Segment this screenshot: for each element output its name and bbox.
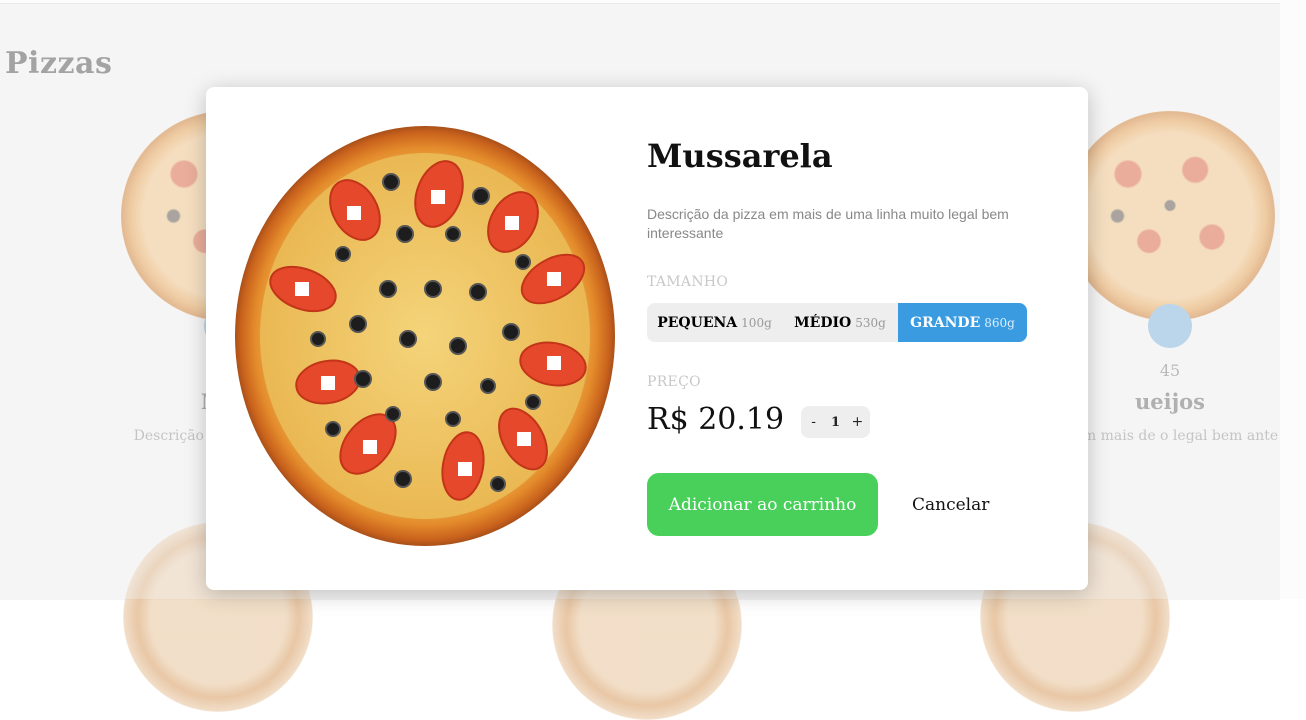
size-option-large[interactable]: GRANDE 860g [898, 303, 1027, 342]
add-to-cart-button[interactable]: Adicionar ao carrinho [647, 473, 878, 536]
size-name: MÉDIO [794, 314, 852, 331]
size-option-medium[interactable]: MÉDIO 530g [782, 303, 898, 342]
pizza-photo [235, 126, 615, 546]
quantity-decrease-button[interactable]: - [806, 414, 822, 430]
quantity-increase-button[interactable]: + [849, 414, 865, 430]
size-name: GRANDE [910, 314, 981, 331]
size-name: PEQUENA [657, 314, 738, 331]
cancel-button[interactable]: Cancelar [912, 495, 989, 515]
size-weight: 860g [984, 315, 1015, 330]
pizza-modal: Mussarela Descrição da pizza em mais de … [206, 87, 1088, 590]
modal-info-panel: Mussarela Descrição da pizza em mais de … [647, 87, 1047, 590]
size-selector: PEQUENA 100g MÉDIO 530g GRANDE 860g [647, 303, 1027, 342]
pizza-description: Descrição da pizza em mais de uma linha … [647, 206, 1009, 241]
size-label: TAMANHO [647, 274, 729, 290]
pizza-title: Mussarela [647, 137, 833, 175]
price-label: PREÇO [647, 374, 701, 390]
quantity-stepper: - 1 + [801, 406, 870, 438]
quantity-value: 1 [830, 414, 841, 430]
size-weight: 100g [741, 315, 772, 330]
size-option-small[interactable]: PEQUENA 100g [647, 303, 782, 342]
size-weight: 530g [855, 315, 886, 330]
pizza-price: R$ 20.19 [647, 402, 785, 437]
